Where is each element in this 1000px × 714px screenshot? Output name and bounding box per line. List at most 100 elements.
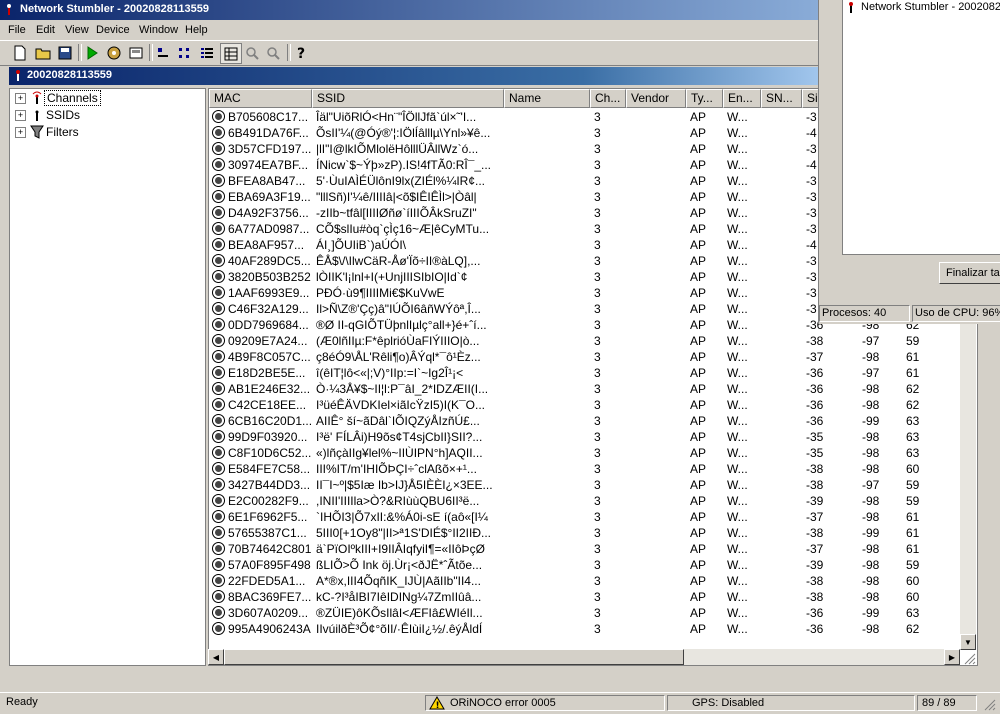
status-bar: Ready ! ORiNOCO error 0005 GPS: Disabled… [0, 692, 1000, 714]
zoom-in-icon [246, 46, 259, 60]
tree-item-channels[interactable]: + Channels [10, 90, 101, 106]
cell-vendor [630, 430, 688, 445]
table-row[interactable]: AB1E246E32... Ò·¼3Å¥$~II¦l:P¯âI_2*IDZÆII(… [209, 381, 977, 397]
start-scan-button[interactable] [82, 43, 102, 62]
cell-channel: 3 [594, 158, 601, 172]
cell-channel: 3 [594, 334, 601, 348]
table-row[interactable]: 8BAC369FE7... kC-?I³åIBI7IêIDINg¼7ZmIIûâ.… [209, 589, 977, 605]
size-grip[interactable] [962, 651, 976, 665]
signal-strength-icon [212, 126, 225, 139]
table-row[interactable]: 3D607A0209... ®ZÜIE)ôKÕsIlâI<ÆFIâ£WIéIl..… [209, 605, 977, 621]
tree-item-ssids[interactable]: + SSIDs [10, 107, 82, 123]
cell-name [508, 158, 592, 173]
large-icons-button[interactable] [153, 43, 173, 62]
table-row[interactable]: 57655387C1... 5III0[+1Oy8"|II>ª1S'DIÉ$°II… [209, 525, 977, 541]
cell-channel: 3 [594, 190, 601, 204]
scroll-down-button[interactable]: ▼ [960, 634, 976, 650]
small-icons-icon [179, 47, 189, 58]
table-row[interactable]: 4B9F8C057C... ç8éÓ9\ÅL'Rêli¶o)ÂÝql*¯ô¹Èz.… [209, 349, 977, 365]
cell-encryption: W... [727, 142, 748, 156]
auto-configure-button[interactable] [104, 43, 124, 62]
zoom-in-button[interactable] [242, 43, 262, 62]
column-header-type[interactable]: Ty... [686, 89, 723, 108]
cell-type: AP [690, 366, 707, 380]
menu-window[interactable]: Window [139, 24, 178, 36]
cell-type: AP [690, 382, 707, 396]
cell-type: AP [690, 574, 707, 588]
new-file-button[interactable] [10, 43, 30, 62]
table-row[interactable]: 57A0F895F498 ßLIÕ>Õ Ink öj.Ùr¡<ðJË*ˆÃtõe.… [209, 557, 977, 573]
table-row[interactable]: 99D9F03920... I³ë' FÍLÂi)H9õs¢T4sjCbII}SI… [209, 429, 977, 445]
column-header-encryption[interactable]: En... [723, 89, 761, 108]
column-header-vendor[interactable]: Vendor [626, 89, 686, 108]
table-row[interactable]: 09209E7A24... (Æ0lñIIµ:F*êplrióÙaFIÝIIIO|… [209, 333, 977, 349]
table-row[interactable]: 22FDED5A1... A*®x,III4ÕqñIK_IJÙ|AãIIb"II4… [209, 573, 977, 589]
column-header-name[interactable]: Name [504, 89, 590, 108]
table-row[interactable]: C8F10D6C52... «)lñçàIIg¥lel%~IIÙIPN°h]AQI… [209, 445, 977, 461]
list-view-button[interactable] [197, 43, 217, 62]
cell-encryption: W... [727, 126, 748, 140]
cell-name [508, 526, 592, 541]
expand-icon[interactable]: + [15, 109, 26, 121]
cell-channel: 3 [594, 286, 601, 300]
table-row[interactable]: C42CE18EE... I³üéÊÄVDKIel×iãIcŸzI5)I(K¯O.… [209, 397, 977, 413]
table-row[interactable]: E18D2BE5E... î(êIT¦lô<«|;V)°IIp:=I`~Ig2Î¹… [209, 365, 977, 381]
task-title: Network Stumbler - 20020828113559 [861, 1, 1000, 13]
menu-file[interactable]: File [8, 24, 26, 36]
table-row[interactable]: E584FE7C58... III%IT/m'IHIÕÞÇI÷ˆclAßõ×+¹.… [209, 461, 977, 477]
cell-snr [765, 158, 804, 173]
cell-snr-plus: 61 [906, 510, 920, 524]
cell-name [508, 462, 592, 477]
menu-view[interactable]: View [65, 24, 89, 36]
menu-help[interactable]: Help [185, 24, 208, 36]
cell-vendor [630, 142, 688, 157]
cell-noise: -97 [862, 366, 880, 380]
device-button[interactable] [126, 43, 146, 62]
scroll-left-button[interactable]: ◀ [208, 649, 224, 665]
child-window-title-bar[interactable]: 20020828113559 [9, 67, 829, 85]
cell-channel: 3 [594, 174, 601, 188]
table-row[interactable]: 3427B44DD3... II¯I~º|$5Iæ Ib>IJ}Å5IÈÈI¿×3… [209, 477, 977, 493]
menu-device[interactable]: Device [96, 24, 130, 36]
help-button[interactable]: ? [291, 43, 311, 62]
signal-strength-icon [212, 174, 225, 187]
expand-icon[interactable]: + [15, 92, 26, 104]
cell-mac: E2C00282F9... [228, 494, 309, 508]
column-header-ssid[interactable]: SSID [312, 89, 504, 108]
scroll-right-button[interactable]: ▶ [944, 649, 960, 665]
zoom-out-button[interactable] [263, 43, 283, 62]
tree-pane: + Channels + SSIDs + Filters [9, 88, 206, 666]
table-row[interactable]: 70B74642C801 ä`PïOIºkIII+I9IIÂIqfyiI¶=«II… [209, 541, 977, 557]
table-row[interactable]: 6CB16C20D1... AIIÊ° ší~ãDâl`IÕIQZýÅIzñÚ£.… [209, 413, 977, 429]
cell-name [508, 542, 592, 557]
cell-snr [765, 414, 804, 429]
end-task-button[interactable]: Finalizar tarea [939, 262, 1000, 284]
child-window-title: 20020828113559 [27, 69, 113, 81]
menu-edit[interactable]: Edit [36, 24, 55, 36]
task-manager-window: Network Stumbler - 20020828113559 Finali… [818, 0, 1000, 324]
expand-icon[interactable]: + [15, 126, 26, 138]
horizontal-scrollbar[interactable]: ◀ ▶ [208, 649, 960, 665]
cell-type: AP [690, 558, 707, 572]
column-header-snr[interactable]: SN... [761, 89, 802, 108]
tree-item-filters[interactable]: + Filters [10, 124, 81, 140]
cell-vendor [630, 446, 688, 461]
help-icon: ? [297, 46, 305, 61]
details-view-button[interactable] [220, 43, 242, 64]
column-header-mac[interactable]: MAC [209, 89, 312, 108]
cell-snr [765, 206, 804, 221]
table-row[interactable]: 995A4906243A IIvúilðÈ³Õ¢°õII/·ÊIùiI¿½/.êý… [209, 621, 977, 637]
cell-vendor [630, 222, 688, 237]
save-button[interactable] [55, 43, 75, 62]
column-header-channel[interactable]: Ch... [590, 89, 626, 108]
cell-name [508, 286, 592, 301]
table-row[interactable]: 6E1F6962F5... `IHÕI3|Õ7xII:&%Á0i-sE í(aô«… [209, 509, 977, 525]
zoom-out-icon [267, 46, 280, 60]
resize-grip-icon[interactable] [982, 697, 996, 711]
scroll-thumb[interactable] [224, 649, 684, 665]
open-button[interactable] [33, 43, 53, 62]
cell-encryption: W... [727, 334, 748, 348]
signal-strength-icon [212, 414, 225, 427]
table-row[interactable]: E2C00282F9... ,INII'IIIIla>Ò?&RIùùQBU6II³… [209, 493, 977, 509]
small-icons-button[interactable] [175, 43, 195, 62]
